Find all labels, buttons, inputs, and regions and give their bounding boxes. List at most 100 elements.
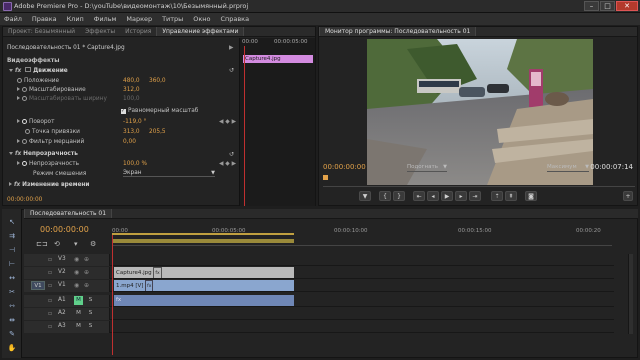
uniform-scale-checkbox[interactable]: ✓ — [121, 109, 126, 114]
expand-triangle-icon[interactable] — [17, 87, 20, 91]
add-marker-icon[interactable]: ▾ — [74, 240, 78, 248]
hand-tool-icon[interactable]: ✋ — [6, 343, 18, 353]
sync-lock-icon[interactable]: ⊕ — [84, 282, 89, 289]
anchor-y-value[interactable]: 205,5 — [149, 129, 166, 135]
opacity-effect-row[interactable]: fx Непрозрачность — [9, 151, 78, 157]
rotation-value[interactable]: -119,0 ° — [123, 119, 146, 125]
menu-marker[interactable]: Маркер — [122, 13, 156, 23]
keyframe-nav-icon[interactable]: ◀ ◆ ▶ — [219, 119, 236, 125]
mute-button[interactable]: M — [74, 309, 83, 318]
effect-clip-bar[interactable]: Capture4.jpg — [243, 55, 313, 63]
close-button[interactable]: ✕ — [616, 1, 638, 11]
track-select-tool-icon[interactable]: ⇉ — [6, 231, 18, 241]
slip-tool-icon[interactable]: ⇿ — [6, 301, 18, 311]
solo-button[interactable]: S — [86, 296, 95, 305]
mute-button[interactable]: M — [74, 322, 83, 331]
eye-icon[interactable]: ◉ — [74, 256, 79, 263]
clip-capture4[interactable]: Capture4.jpg fx — [114, 267, 294, 278]
lock-icon[interactable]: ▫ — [48, 297, 52, 304]
time-remap-row[interactable]: fx Изменение времени — [9, 182, 89, 188]
selection-tool-icon[interactable]: ↖ — [6, 217, 18, 227]
sync-lock-icon[interactable]: ⊕ — [84, 269, 89, 276]
tab-history[interactable]: История — [120, 27, 156, 36]
minimize-button[interactable]: – — [584, 1, 599, 11]
menu-window[interactable]: Окно — [189, 13, 214, 23]
timeline-current-time[interactable]: 00:00:00:00 — [40, 225, 89, 234]
keyframe-nav-icon[interactable]: ◀ ◆ ▶ — [219, 161, 236, 167]
menu-sequence[interactable]: Фильм — [90, 13, 121, 23]
playhead-marker-icon[interactable] — [323, 175, 328, 180]
reset-motion-icon[interactable]: ↺ — [229, 67, 234, 74]
uniform-scale-row[interactable]: ✓ Равномерный масштаб — [121, 108, 198, 114]
stopwatch-icon[interactable] — [22, 139, 27, 144]
slide-tool-icon[interactable]: ⇹ — [6, 315, 18, 325]
effect-mini-timeline[interactable]: 00:00 00:00:05:00 Capture4.jpg — [239, 38, 315, 206]
play-button[interactable]: ▶ — [441, 191, 453, 201]
clip-1mp4-audio[interactable]: fx — [114, 295, 294, 306]
step-back-button[interactable]: ◂ — [427, 191, 439, 201]
clip-1mp4-video[interactable]: 1.mp4 [V] fx — [114, 280, 294, 291]
menu-edit[interactable]: Правка — [28, 13, 61, 23]
menu-file[interactable]: Файл — [0, 13, 26, 23]
export-frame-button[interactable]: ◙ — [525, 191, 537, 201]
quality-dropdown[interactable]: Максимум ▼ — [547, 164, 589, 172]
in-out-range[interactable] — [112, 233, 294, 235]
lock-icon[interactable]: ▫ — [48, 323, 52, 330]
effect-playhead[interactable] — [244, 46, 245, 206]
lock-icon[interactable]: ▫ — [48, 256, 52, 263]
mark-in-button[interactable]: { — [379, 191, 391, 201]
scale-value[interactable]: 312,0 — [123, 87, 140, 93]
effects-footer-time[interactable]: 00:00:00:00 — [7, 197, 42, 203]
settings-icon[interactable]: + — [623, 191, 633, 201]
motion-effect-row[interactable]: fx Движение — [9, 67, 68, 74]
source-patch-v1[interactable]: V1 — [31, 281, 45, 290]
tab-project[interactable]: Проект: Безымянный — [3, 27, 80, 36]
tab-effect-controls[interactable]: Управление эффектами — [156, 27, 245, 36]
tab-effects[interactable]: Эффекты — [80, 27, 120, 36]
expand-triangle-icon[interactable] — [17, 139, 20, 143]
program-time-ruler[interactable] — [323, 175, 635, 187]
extract-button[interactable]: ⇞ — [505, 191, 517, 201]
menu-title[interactable]: Титры — [158, 13, 187, 23]
lock-icon[interactable]: ▫ — [48, 310, 52, 317]
solo-button[interactable]: S — [86, 322, 95, 331]
expand-triangle-icon[interactable] — [9, 69, 13, 72]
lock-icon[interactable]: ▫ — [48, 269, 52, 276]
rate-stretch-tool-icon[interactable]: ↔ — [6, 273, 18, 283]
snap-icon[interactable]: ⊏⊐ — [36, 240, 48, 248]
opacity-value[interactable]: 100,0 % — [123, 161, 147, 167]
expand-triangle-icon[interactable] — [17, 119, 20, 123]
stopwatch-icon[interactable] — [22, 161, 27, 166]
eye-icon[interactable]: ◉ — [74, 282, 79, 289]
anchor-x-value[interactable]: 313,0 — [123, 129, 140, 135]
lift-button[interactable]: ⇡ — [491, 191, 503, 201]
reset-opacity-icon[interactable]: ↺ — [229, 151, 234, 158]
ripple-edit-tool-icon[interactable]: ⊣ — [6, 245, 18, 255]
mute-button[interactable]: M — [74, 296, 83, 305]
linked-selection-icon[interactable]: ⟲ — [54, 240, 60, 248]
sync-lock-icon[interactable]: ⊕ — [84, 256, 89, 263]
eye-icon[interactable]: ◉ — [74, 269, 79, 276]
menu-help[interactable]: Справка — [216, 13, 253, 23]
work-area-bar[interactable] — [112, 239, 294, 243]
go-to-out-button[interactable]: ⇥ — [469, 191, 481, 201]
motion-transform-icon[interactable] — [25, 67, 32, 72]
lock-icon[interactable]: ▫ — [48, 282, 52, 289]
tab-program-monitor[interactable]: Монитор программы: Последовательность 01 — [319, 27, 477, 36]
maximize-button[interactable]: □ — [600, 1, 615, 11]
timeline-vertical-scrollbar[interactable] — [628, 254, 633, 334]
stopwatch-icon[interactable] — [22, 119, 27, 124]
solo-button[interactable]: S — [86, 309, 95, 318]
razor-tool-icon[interactable]: ✂ — [6, 287, 18, 297]
stopwatch-icon[interactable] — [17, 78, 22, 83]
expand-triangle-icon[interactable] — [9, 182, 12, 186]
header-arrow-icon[interactable]: ▶ — [229, 45, 233, 51]
wrench-icon[interactable]: ⚙ — [90, 240, 96, 248]
go-to-in-button[interactable]: ⇤ — [413, 191, 425, 201]
pen-tool-icon[interactable]: ✎ — [6, 329, 18, 339]
step-forward-button[interactable]: ▸ — [455, 191, 467, 201]
flicker-value[interactable]: 0,00 — [123, 139, 136, 145]
blend-mode-select[interactable]: Экран ▼ — [123, 170, 215, 177]
expand-triangle-icon[interactable] — [9, 152, 13, 155]
fit-dropdown[interactable]: Подогнать ▼ — [407, 164, 447, 172]
